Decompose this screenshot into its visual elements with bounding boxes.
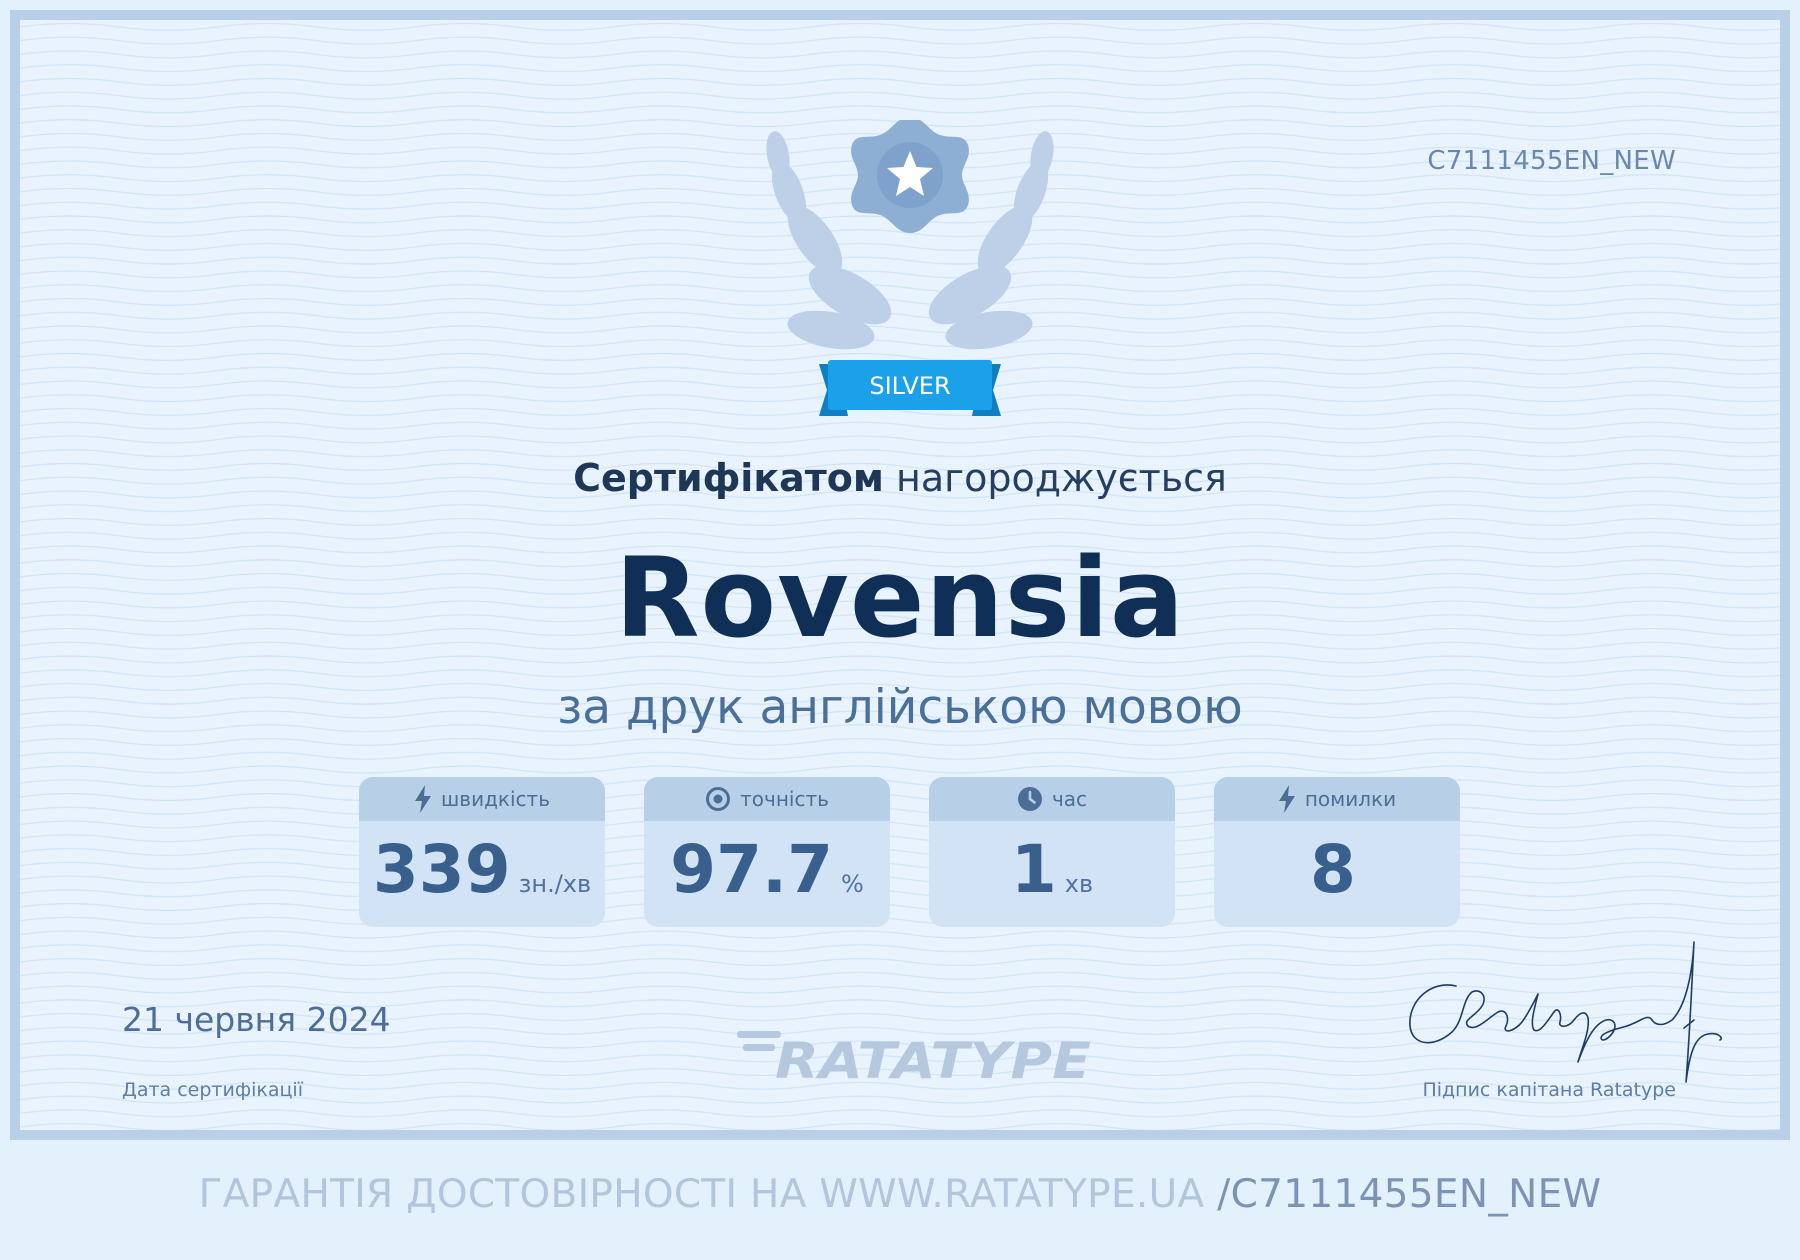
stat-errors: помилки 8 — [1214, 777, 1460, 927]
stat-accuracy: точність 97.7 % — [644, 777, 890, 927]
stat-body: 1 хв — [929, 821, 1175, 927]
stats-row: швидкість 339 зн./хв точність 97.7 % час — [359, 777, 1469, 927]
stat-label: помилки — [1304, 787, 1397, 811]
signature-label: Підпис капітана Ratatype — [1422, 1079, 1676, 1101]
certificate-id: C7111455EN_NEW — [1427, 146, 1676, 176]
stat-body: 339 зн./хв — [359, 821, 605, 927]
stat-label: точність — [740, 787, 829, 811]
verification-footer: ГАРАНТІЯ ДОСТОВІРНОСТІ НА WWW.RATATYPE.U… — [0, 1172, 1800, 1217]
stat-header: помилки — [1214, 777, 1460, 821]
awarded-bold: Сертифікатом — [573, 456, 884, 500]
recipient-name: Rovensia — [614, 534, 1186, 662]
verification-path: /C7111455EN_NEW — [1217, 1172, 1602, 1217]
stat-time: час 1 хв — [929, 777, 1175, 927]
silver-ribbon: SILVER — [819, 360, 1001, 416]
lightning-icon — [415, 785, 431, 813]
stat-header: швидкість — [359, 777, 605, 821]
ratatype-logo: RATATYPE — [737, 1031, 1091, 1084]
stat-label: швидкість — [441, 787, 550, 811]
stat-header: точність — [644, 777, 890, 821]
guarantee-text: ГАРАНТІЯ ДОСТОВІРНОСТІ НА WWW.RATATYPE.U… — [198, 1172, 1205, 1217]
stat-body: 8 — [1214, 821, 1460, 927]
lightning-icon — [1278, 785, 1295, 813]
certification-date-label: Дата сертифікації — [122, 1079, 303, 1101]
certificate-subtitle: за друк англійською мовою — [557, 680, 1243, 735]
stat-body: 97.7 % — [644, 821, 890, 927]
stat-speed: швидкість 339 зн./хв — [359, 777, 605, 927]
stat-header: час — [929, 777, 1175, 821]
stat-label: час — [1051, 787, 1088, 811]
awarded-line: Сертифікатом нагороджується — [20, 456, 1780, 500]
stat-unit: хв — [1064, 870, 1094, 898]
clock-icon — [1017, 787, 1042, 811]
stat-value: 8 — [1310, 831, 1356, 908]
stat-value: 1 — [1010, 831, 1057, 908]
silver-laurel-emblem: SILVER — [766, 120, 1054, 416]
certification-date: 21 червня 2024 — [122, 1000, 391, 1039]
stat-value: 97.7 — [670, 831, 834, 908]
awarded-rest: нагороджується — [896, 456, 1227, 500]
stat-value: 339 — [372, 831, 511, 908]
badge-label: SILVER — [869, 372, 950, 400]
stat-unit: зн./хв — [518, 870, 592, 898]
certificate-panel: C7111455EN_NEW SILVER Сертифікатом нагор… — [10, 10, 1790, 1140]
logo-text: RATATYPE — [775, 1032, 1091, 1084]
target-icon — [706, 787, 731, 811]
stat-unit: % — [841, 870, 864, 898]
